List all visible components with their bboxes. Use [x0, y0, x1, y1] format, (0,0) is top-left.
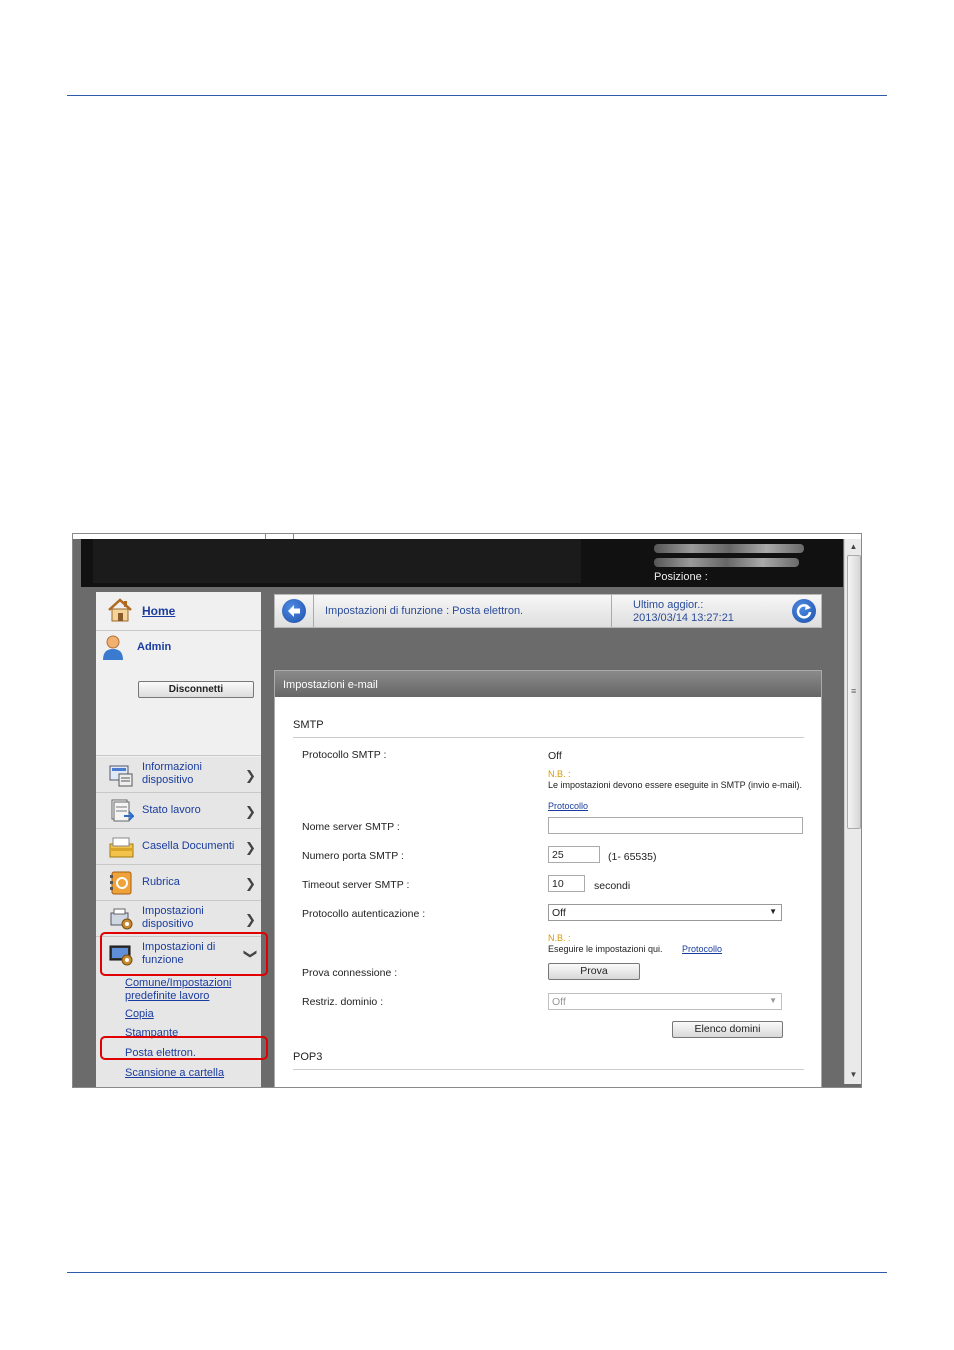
menu-item-document-box[interactable]: Casella Documenti ❯	[96, 829, 261, 864]
smtp-port-label: Numero porta SMTP :	[302, 850, 404, 862]
highlight-function-settings	[100, 932, 268, 976]
device-settings-icon	[109, 907, 134, 931]
menu-item-label: Impostazioni dispositivo	[142, 905, 204, 930]
user-name: Admin	[137, 641, 172, 653]
menu-item-label: Stato lavoro	[142, 804, 201, 816]
bar-divider	[313, 595, 314, 627]
scroll-up-arrow-icon[interactable]: ▲	[845, 539, 861, 555]
vertical-scrollbar[interactable]: ▲ ≡ ▼	[844, 539, 861, 1084]
home-link[interactable]: Home	[142, 604, 175, 618]
domain-restriction-label: Restriz. dominio :	[302, 996, 384, 1008]
arrow-left-icon	[288, 605, 300, 617]
domain-list-button[interactable]: Elenco domini	[672, 1021, 783, 1038]
test-connection-label: Prova connessione :	[302, 967, 398, 979]
auth-protocol-value: Off	[552, 907, 566, 919]
menu-separator	[96, 755, 261, 756]
section-rule	[293, 737, 804, 738]
smtp-port-range: (1- 65535)	[608, 851, 657, 863]
smtp-timeout-label: Timeout server SMTP :	[302, 879, 410, 891]
chevron-right-icon: ❯	[245, 840, 256, 855]
domain-restriction-select[interactable]: Off ▼	[548, 993, 782, 1010]
note-label: N.B. :	[548, 769, 571, 779]
smtp-protocol-value: Off	[548, 750, 562, 762]
smtp-protocol-label: Protocollo SMTP :	[302, 749, 387, 761]
email-settings-panel: Impostazioni e-mail SMTP Protocollo SMTP…	[274, 670, 822, 1087]
chevron-right-icon: ❯	[245, 804, 256, 819]
refresh-button[interactable]	[792, 599, 816, 623]
menu-item-label: Rubrica	[142, 876, 180, 888]
protocol-link[interactable]: Protocollo	[682, 944, 722, 954]
scroll-down-arrow-icon[interactable]: ▼	[845, 1067, 861, 1083]
app-header: Posizione :	[81, 539, 843, 587]
back-button[interactable]	[282, 599, 306, 623]
address-book-icon	[109, 871, 134, 895]
note-label: N.B. :	[548, 933, 571, 943]
note-text: Le impostazioni devono essere eseguite i…	[548, 780, 802, 790]
scroll-thumb[interactable]: ≡	[847, 555, 861, 829]
device-info-icon	[109, 763, 134, 787]
left-menu: Home Admin Disconnetti Informazioni disp…	[96, 592, 261, 1087]
redacted-device-address	[654, 558, 799, 567]
redacted-device-name	[654, 544, 804, 553]
test-button[interactable]: Prova	[548, 963, 640, 980]
menu-item-device-info[interactable]: Informazioni dispositivo ❯	[96, 757, 261, 792]
note-text: Eseguire le impostazioni qui.	[548, 944, 663, 954]
auth-protocol-label: Protocollo autenticazione :	[302, 908, 426, 920]
section-title-smtp: SMTP	[293, 719, 324, 731]
position-label: Posizione :	[654, 571, 708, 583]
highlight-email	[100, 1036, 268, 1060]
menu-item-label: Informazioni dispositivo	[142, 761, 202, 786]
bar-divider	[611, 595, 612, 627]
document-box-icon	[109, 835, 134, 859]
dropdown-arrow-icon: ▼	[769, 996, 777, 1005]
grip-icon: ≡	[851, 686, 857, 696]
page-bottom-rule	[67, 1272, 887, 1273]
smtp-port-input[interactable]: 25	[548, 846, 600, 863]
header-band	[93, 539, 581, 583]
sub-item-copy[interactable]: Copia	[125, 1008, 154, 1021]
panel-header: Impostazioni e-mail	[275, 671, 821, 697]
section-title-pop3: POP3	[293, 1051, 323, 1063]
menu-separator	[96, 630, 261, 631]
logout-button[interactable]: Disconnetti	[138, 681, 254, 698]
chevron-right-icon: ❯	[245, 912, 256, 927]
panel-title: Impostazioni e-mail	[283, 679, 378, 691]
chevron-right-icon: ❯	[245, 876, 256, 891]
menu-item-label: Casella Documenti	[142, 840, 235, 852]
job-status-icon	[109, 799, 136, 823]
page-top-rule	[67, 95, 887, 96]
protocol-link[interactable]: Protocollo	[548, 801, 588, 811]
breadcrumb: Impostazioni di funzione : Posta elettro…	[325, 605, 524, 617]
refresh-icon	[796, 604, 812, 619]
sub-item-common-defaults[interactable]: Comune/Impostazioni predefinite lavoro	[125, 977, 255, 1003]
section-rule	[293, 1069, 804, 1070]
browser-screenshot: Posizione : Home Admin Disconnetti Infor…	[72, 533, 862, 1088]
smtp-server-label: Nome server SMTP :	[302, 821, 400, 833]
sub-item-scan-to-folder[interactable]: Scansione a cartella	[125, 1067, 224, 1080]
last-updated-label: Ultimo aggior.:	[633, 599, 704, 611]
dropdown-arrow-icon: ▼	[769, 907, 777, 916]
chevron-right-icon: ❯	[245, 768, 256, 783]
user-icon	[101, 634, 125, 660]
smtp-timeout-unit: secondi	[594, 880, 631, 892]
menu-item-address-book[interactable]: Rubrica ❯	[96, 865, 261, 900]
auth-protocol-select[interactable]: Off ▼	[548, 904, 782, 921]
smtp-timeout-input[interactable]: 10	[548, 875, 585, 892]
smtp-server-input[interactable]	[548, 817, 803, 834]
breadcrumb-bar: Impostazioni di funzione : Posta elettro…	[274, 594, 822, 628]
menu-item-device-settings[interactable]: Impostazioni dispositivo ❯	[96, 901, 261, 936]
home-icon[interactable]	[107, 598, 133, 622]
menu-item-job-status[interactable]: Stato lavoro ❯	[96, 793, 261, 828]
last-updated-value: 2013/03/14 13:27:21	[633, 612, 734, 624]
domain-restriction-value: Off	[552, 996, 566, 1008]
